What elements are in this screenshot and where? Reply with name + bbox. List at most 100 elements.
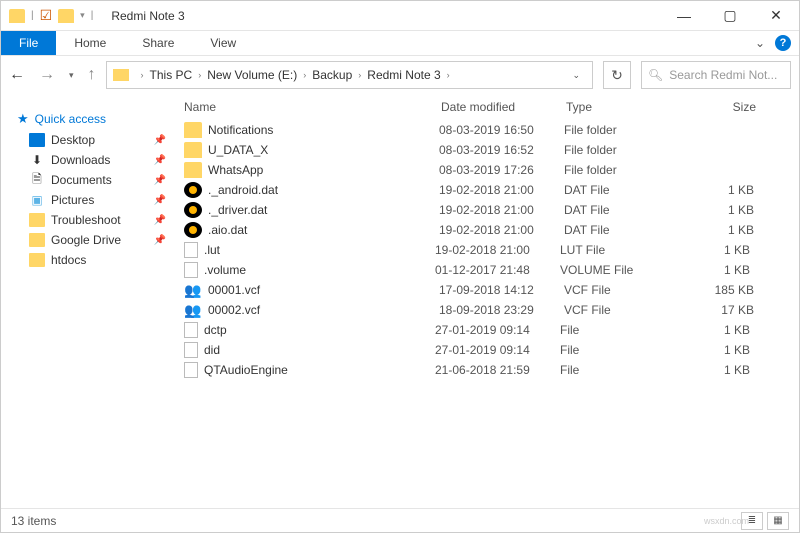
history-dropdown-icon[interactable]: ▾ xyxy=(69,70,74,81)
file-date: 19-02-2018 21:00 xyxy=(439,223,564,237)
breadcrumb-item[interactable]: This PC xyxy=(150,68,193,82)
file-size: 185 KB xyxy=(684,283,754,297)
file-name: U_DATA_X xyxy=(208,143,439,157)
file-date: 08-03-2019 16:52 xyxy=(439,143,564,157)
file-name: QTAudioEngine xyxy=(204,363,435,377)
ribbon-tabs: File Home Share View ⌄ ? xyxy=(1,31,799,56)
file-row[interactable]: .volume01-12-2017 21:48VOLUME File1 KB xyxy=(176,260,799,280)
file-type: File xyxy=(560,363,680,377)
maximize-button[interactable]: ▢ xyxy=(707,1,753,31)
pin-icon: 📌 xyxy=(154,175,166,186)
close-button[interactable]: ✕ xyxy=(753,1,799,31)
file-date: 19-02-2018 21:00 xyxy=(435,243,560,257)
file-date: 01-12-2017 21:48 xyxy=(435,263,560,277)
up-button[interactable]: ↑ xyxy=(88,66,96,84)
back-button[interactable]: ← xyxy=(9,66,25,84)
sidebar-item[interactable]: ⬇Downloads📌 xyxy=(27,150,168,170)
file-row[interactable]: .aio.dat19-02-2018 21:00DAT File1 KB xyxy=(176,220,799,240)
column-name[interactable]: Name xyxy=(176,100,441,114)
file-type: File xyxy=(560,323,680,337)
file-type: File folder xyxy=(564,123,684,137)
column-date[interactable]: Date modified xyxy=(441,100,566,114)
qat-dropdown-icon[interactable]: ▾ xyxy=(80,10,85,21)
file-row[interactable]: U_DATA_X08-03-2019 16:52File folder xyxy=(176,140,799,160)
sidebar-item[interactable]: Desktop📌 xyxy=(27,130,168,150)
dat-icon xyxy=(184,202,202,218)
file-row[interactable]: 👥00002.vcf18-09-2018 23:29VCF File17 KB xyxy=(176,300,799,320)
address-dropdown-icon[interactable]: ⌄ xyxy=(564,70,588,81)
file-name: Notifications xyxy=(208,123,439,137)
minimize-button[interactable]: — xyxy=(661,1,707,31)
file-size: 1 KB xyxy=(680,323,750,337)
window-controls: — ▢ ✕ xyxy=(661,1,799,31)
watermark: wsxdn.com xyxy=(704,516,749,526)
pin-icon: 📌 xyxy=(154,155,166,166)
status-bar: 13 items ≣ ▦ xyxy=(1,508,799,532)
sidebar-item[interactable]: Google Drive📌 xyxy=(27,230,168,250)
file-size: 1 KB xyxy=(680,263,750,277)
file-size: 1 KB xyxy=(684,223,754,237)
file-row[interactable]: did27-01-2019 09:14File1 KB xyxy=(176,340,799,360)
sidebar-item[interactable]: htdocs xyxy=(27,250,168,270)
forward-button[interactable]: → xyxy=(39,66,55,84)
file-row[interactable]: Notifications08-03-2019 16:50File folder xyxy=(176,120,799,140)
search-box[interactable]: 🔍︎ Search Redmi Not... xyxy=(641,61,791,89)
folder-icon[interactable] xyxy=(58,9,74,23)
file-row[interactable]: .lut19-02-2018 21:00LUT File1 KB xyxy=(176,240,799,260)
file-type: File xyxy=(560,343,680,357)
refresh-button[interactable]: ↻ xyxy=(603,61,631,89)
file-name: WhatsApp xyxy=(208,163,439,177)
dat-icon xyxy=(184,222,202,238)
pin-icon: 📌 xyxy=(154,215,166,226)
file-icon xyxy=(184,342,198,358)
address-bar[interactable]: › This PC › New Volume (E:) › Backup › R… xyxy=(106,61,593,89)
chevron-right-icon[interactable]: › xyxy=(441,70,456,80)
file-row[interactable]: QTAudioEngine21-06-2018 21:59File1 KB xyxy=(176,360,799,380)
breadcrumb-item[interactable]: Backup xyxy=(312,68,352,82)
qat-separator: | xyxy=(31,10,34,21)
column-type[interactable]: Type xyxy=(566,100,686,114)
file-size: 17 KB xyxy=(684,303,754,317)
folder-icon[interactable] xyxy=(9,9,25,23)
chevron-right-icon[interactable]: › xyxy=(135,70,150,80)
file-name: .aio.dat xyxy=(208,223,439,237)
qat-separator: | xyxy=(91,10,94,21)
file-size: 1 KB xyxy=(680,243,750,257)
file-name: dctp xyxy=(204,323,435,337)
file-tab[interactable]: File xyxy=(1,31,56,55)
folder-icon xyxy=(184,162,202,178)
sidebar-item[interactable]: 🗎Documents📌 xyxy=(27,170,168,190)
file-row[interactable]: 👥00001.vcf17-09-2018 14:12VCF File185 KB xyxy=(176,280,799,300)
icons-view-button[interactable]: ▦ xyxy=(767,512,789,530)
file-row[interactable]: ._driver.dat19-02-2018 21:00DAT File1 KB xyxy=(176,200,799,220)
file-size: 1 KB xyxy=(680,363,750,377)
tab-view[interactable]: View xyxy=(192,31,254,55)
file-row[interactable]: ._android.dat19-02-2018 21:00DAT File1 K… xyxy=(176,180,799,200)
file-date: 18-09-2018 23:29 xyxy=(439,303,564,317)
sidebar-quick-access[interactable]: ★ Quick access xyxy=(15,108,168,130)
quick-access-toolbar: | ☑ ▾ | xyxy=(1,7,101,24)
checkmark-icon[interactable]: ☑ xyxy=(40,7,53,24)
chevron-right-icon[interactable]: › xyxy=(297,70,312,80)
file-date: 27-01-2019 09:14 xyxy=(435,323,560,337)
tab-home[interactable]: Home xyxy=(56,31,124,55)
sidebar-item[interactable]: ▣Pictures📌 xyxy=(27,190,168,210)
file-type: File folder xyxy=(564,163,684,177)
folder-icon xyxy=(113,69,129,81)
file-icon xyxy=(184,262,198,278)
chevron-right-icon[interactable]: › xyxy=(192,70,207,80)
file-name: 00001.vcf xyxy=(208,283,439,297)
tab-share[interactable]: Share xyxy=(124,31,192,55)
breadcrumb-item[interactable]: New Volume (E:) xyxy=(207,68,297,82)
file-row[interactable]: dctp27-01-2019 09:14File1 KB xyxy=(176,320,799,340)
chevron-right-icon[interactable]: › xyxy=(352,70,367,80)
help-icon[interactable]: ? xyxy=(775,35,791,51)
file-size: 1 KB xyxy=(684,203,754,217)
sidebar-item-label: Desktop xyxy=(51,133,95,147)
sidebar-item-label: Documents xyxy=(51,173,112,187)
expand-ribbon-icon[interactable]: ⌄ xyxy=(755,36,765,50)
column-size[interactable]: Size xyxy=(686,100,756,114)
sidebar-item[interactable]: Troubleshoot📌 xyxy=(27,210,168,230)
file-row[interactable]: WhatsApp08-03-2019 17:26File folder xyxy=(176,160,799,180)
breadcrumb-item[interactable]: Redmi Note 3 xyxy=(367,68,440,82)
